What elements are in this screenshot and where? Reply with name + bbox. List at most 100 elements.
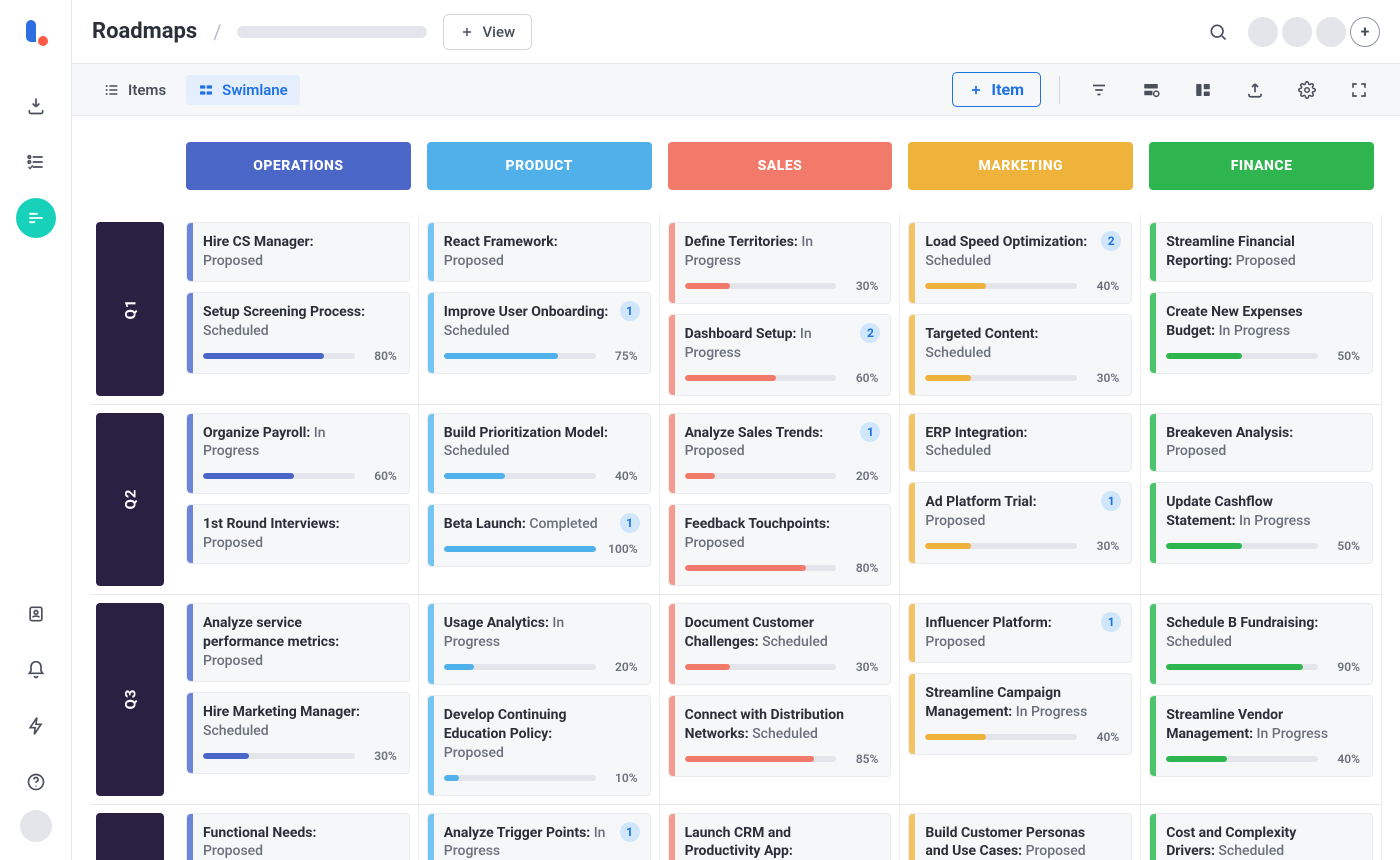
roadmap-card[interactable]: Hire CS Manager: Proposed — [186, 222, 410, 282]
card-badge[interactable]: 1 — [620, 513, 640, 533]
filter-icon[interactable] — [1084, 75, 1114, 105]
card-title: Ad Platform Trial: — [925, 494, 1036, 510]
roadmap-card[interactable]: Usage Analytics: In Progress20% — [427, 603, 651, 685]
card-title: Hire CS Manager: — [203, 234, 314, 250]
card-title-line: Dashboard Setup: In Progress — [679, 325, 879, 363]
quarter-pill-q3[interactable]: Q3 — [96, 603, 164, 795]
nav-roadmap-icon[interactable] — [16, 198, 56, 238]
nav-activity-icon[interactable] — [16, 706, 56, 746]
fullscreen-icon[interactable] — [1344, 75, 1374, 105]
roadmap-card[interactable]: Breakeven Analysis: Proposed — [1149, 413, 1373, 473]
add-view-button[interactable]: View — [443, 14, 532, 50]
roadmap-card[interactable]: Targeted Content: Scheduled30% — [908, 314, 1132, 396]
quarter-pill-q2[interactable]: Q2 — [96, 413, 164, 587]
roadmap-card[interactable]: Setup Screening Process: Scheduled80% — [186, 292, 410, 374]
nav-notifications-icon[interactable] — [16, 650, 56, 690]
progress-track — [203, 753, 355, 759]
card-title: Feedback Touchpoints: — [685, 516, 830, 532]
nav-help-icon[interactable] — [16, 762, 56, 802]
roadmap-card[interactable]: Update Cashflow Statement: In Progress50… — [1149, 482, 1373, 564]
roadmap-card[interactable]: React Framework: Proposed — [427, 222, 651, 282]
progress-fill — [444, 473, 505, 479]
roadmap-card[interactable]: Create New Expenses Budget: In Progress5… — [1149, 292, 1373, 374]
board-cell: Launch CRM and Productivity App: Schedul… — [660, 805, 901, 860]
card-progress-row: 80% — [679, 561, 879, 575]
roadmap-card[interactable]: Dashboard Setup: In Progress260% — [668, 314, 892, 396]
roadmap-card[interactable]: Schedule B Fundraising: Scheduled90% — [1149, 603, 1373, 685]
progress-track — [203, 473, 355, 479]
card-stripe — [1150, 814, 1156, 860]
nav-list-icon[interactable] — [16, 142, 56, 182]
card-status: Proposed — [685, 535, 745, 551]
roadmap-card[interactable]: Build Prioritization Model: Scheduled40% — [427, 413, 651, 495]
avatar[interactable] — [1248, 17, 1278, 47]
add-item-button[interactable]: Item — [952, 72, 1041, 107]
roadmap-card[interactable]: Analyze Trigger Points: In Progress150% — [427, 813, 651, 860]
roadmap-card[interactable]: Launch CRM and Productivity App: Schedul… — [668, 813, 892, 860]
roadmap-card[interactable]: Organize Payroll: In Progress60% — [186, 413, 410, 495]
card-status: Proposed — [1236, 253, 1296, 269]
card-title-line: Ad Platform Trial: Proposed — [919, 493, 1119, 531]
roadmap-card[interactable]: Streamline Campaign Management: In Progr… — [908, 673, 1132, 755]
roadmap-card[interactable]: Ad Platform Trial: Proposed130% — [908, 482, 1132, 564]
search-icon[interactable] — [1204, 18, 1232, 46]
roadmap-card[interactable]: Develop Continuing Education Policy: Pro… — [427, 695, 651, 796]
card-status: Proposed — [444, 745, 504, 761]
export-icon[interactable] — [1240, 75, 1270, 105]
roadmap-card[interactable]: Improve User Onboarding: Scheduled175% — [427, 292, 651, 374]
column-header-marketing[interactable]: MARKETING — [908, 142, 1133, 190]
roadmap-card[interactable]: Feedback Touchpoints: Proposed 80% — [668, 504, 892, 586]
card-stripe — [909, 315, 915, 395]
quarter-pill-q1[interactable]: Q1 — [96, 222, 164, 396]
roadmap-card[interactable]: Beta Launch: Completed1100% — [427, 504, 651, 567]
progress-percent: 80% — [846, 561, 878, 575]
view-items-tab[interactable]: Items — [92, 75, 178, 105]
card-status: Scheduled — [762, 634, 828, 650]
nav-contacts-icon[interactable] — [16, 594, 56, 634]
view-swimlane-tab[interactable]: Swimlane — [186, 75, 300, 105]
add-member-button[interactable]: + — [1350, 17, 1380, 47]
card-progress-row: 40% — [1160, 752, 1360, 766]
breadcrumb-placeholder — [237, 26, 427, 38]
card-progress-row: 40% — [919, 730, 1119, 744]
column-header-operations[interactable]: OPERATIONS — [186, 142, 411, 190]
roadmap-card[interactable]: Hire Marketing Manager: Scheduled30% — [186, 692, 410, 774]
settings-icon[interactable] — [1292, 75, 1322, 105]
roadmap-card[interactable]: Load Speed Optimization: Scheduled240% — [908, 222, 1132, 304]
card-badge[interactable]: 1 — [620, 301, 640, 321]
avatar[interactable] — [1282, 17, 1312, 47]
roadmap-card[interactable]: Influencer Platform: Proposed1 — [908, 603, 1132, 663]
layout-icon[interactable] — [1188, 75, 1218, 105]
nav-profile-avatar[interactable] — [20, 810, 52, 842]
roadmap-card[interactable]: Streamline Vendor Management: In Progres… — [1149, 695, 1373, 777]
column-header-product[interactable]: PRODUCT — [427, 142, 652, 190]
progress-track — [685, 473, 837, 479]
card-title: Build Prioritization Model: — [444, 425, 608, 441]
link-settings-icon[interactable] — [1136, 75, 1166, 105]
card-title-line: Launch CRM and Productivity App: Schedul… — [679, 824, 879, 860]
progress-track — [203, 353, 355, 359]
board-cell: Analyze Trigger Points: In Progress150%N… — [419, 805, 660, 860]
roadmap-card[interactable]: Analyze service performance metrics: Pro… — [186, 603, 410, 682]
roadmap-card[interactable]: Document Customer Challenges: Scheduled3… — [668, 603, 892, 685]
roadmap-card[interactable]: Streamline Financial Reporting: Proposed — [1149, 222, 1373, 282]
column-header-finance[interactable]: FINANCE — [1149, 142, 1374, 190]
board-cell: Analyze service performance metrics: Pro… — [178, 595, 419, 804]
card-badge[interactable]: 1 — [620, 822, 640, 842]
roadmap-card[interactable]: ERP Integration: Scheduled — [908, 413, 1132, 473]
roadmap-card[interactable]: 1st Round Interviews: Proposed — [186, 504, 410, 564]
roadmap-card[interactable]: Cost and Complexity Drivers: Scheduled30… — [1149, 813, 1373, 860]
roadmap-card[interactable]: Build Customer Personas and Use Cases: P… — [908, 813, 1132, 860]
roadmap-card[interactable]: Define Territories: In Progress30% — [668, 222, 892, 304]
roadmap-card[interactable]: Analyze Sales Trends: Proposed120% — [668, 413, 892, 495]
column-header-sales[interactable]: SALES — [668, 142, 893, 190]
card-title-line: Document Customer Challenges: Scheduled — [679, 614, 879, 652]
nav-import-icon[interactable] — [16, 86, 56, 126]
roadmap-card[interactable]: Connect with Distribution Networks: Sche… — [668, 695, 892, 777]
avatar[interactable] — [1316, 17, 1346, 47]
card-badge[interactable]: 1 — [860, 422, 880, 442]
roadmap-card[interactable]: Functional Needs: Proposed — [186, 813, 410, 860]
card-title-line: Hire Marketing Manager: Scheduled — [197, 703, 397, 741]
card-stripe — [187, 604, 193, 681]
quarter-pill-q4[interactable]: Q4 — [96, 813, 164, 860]
